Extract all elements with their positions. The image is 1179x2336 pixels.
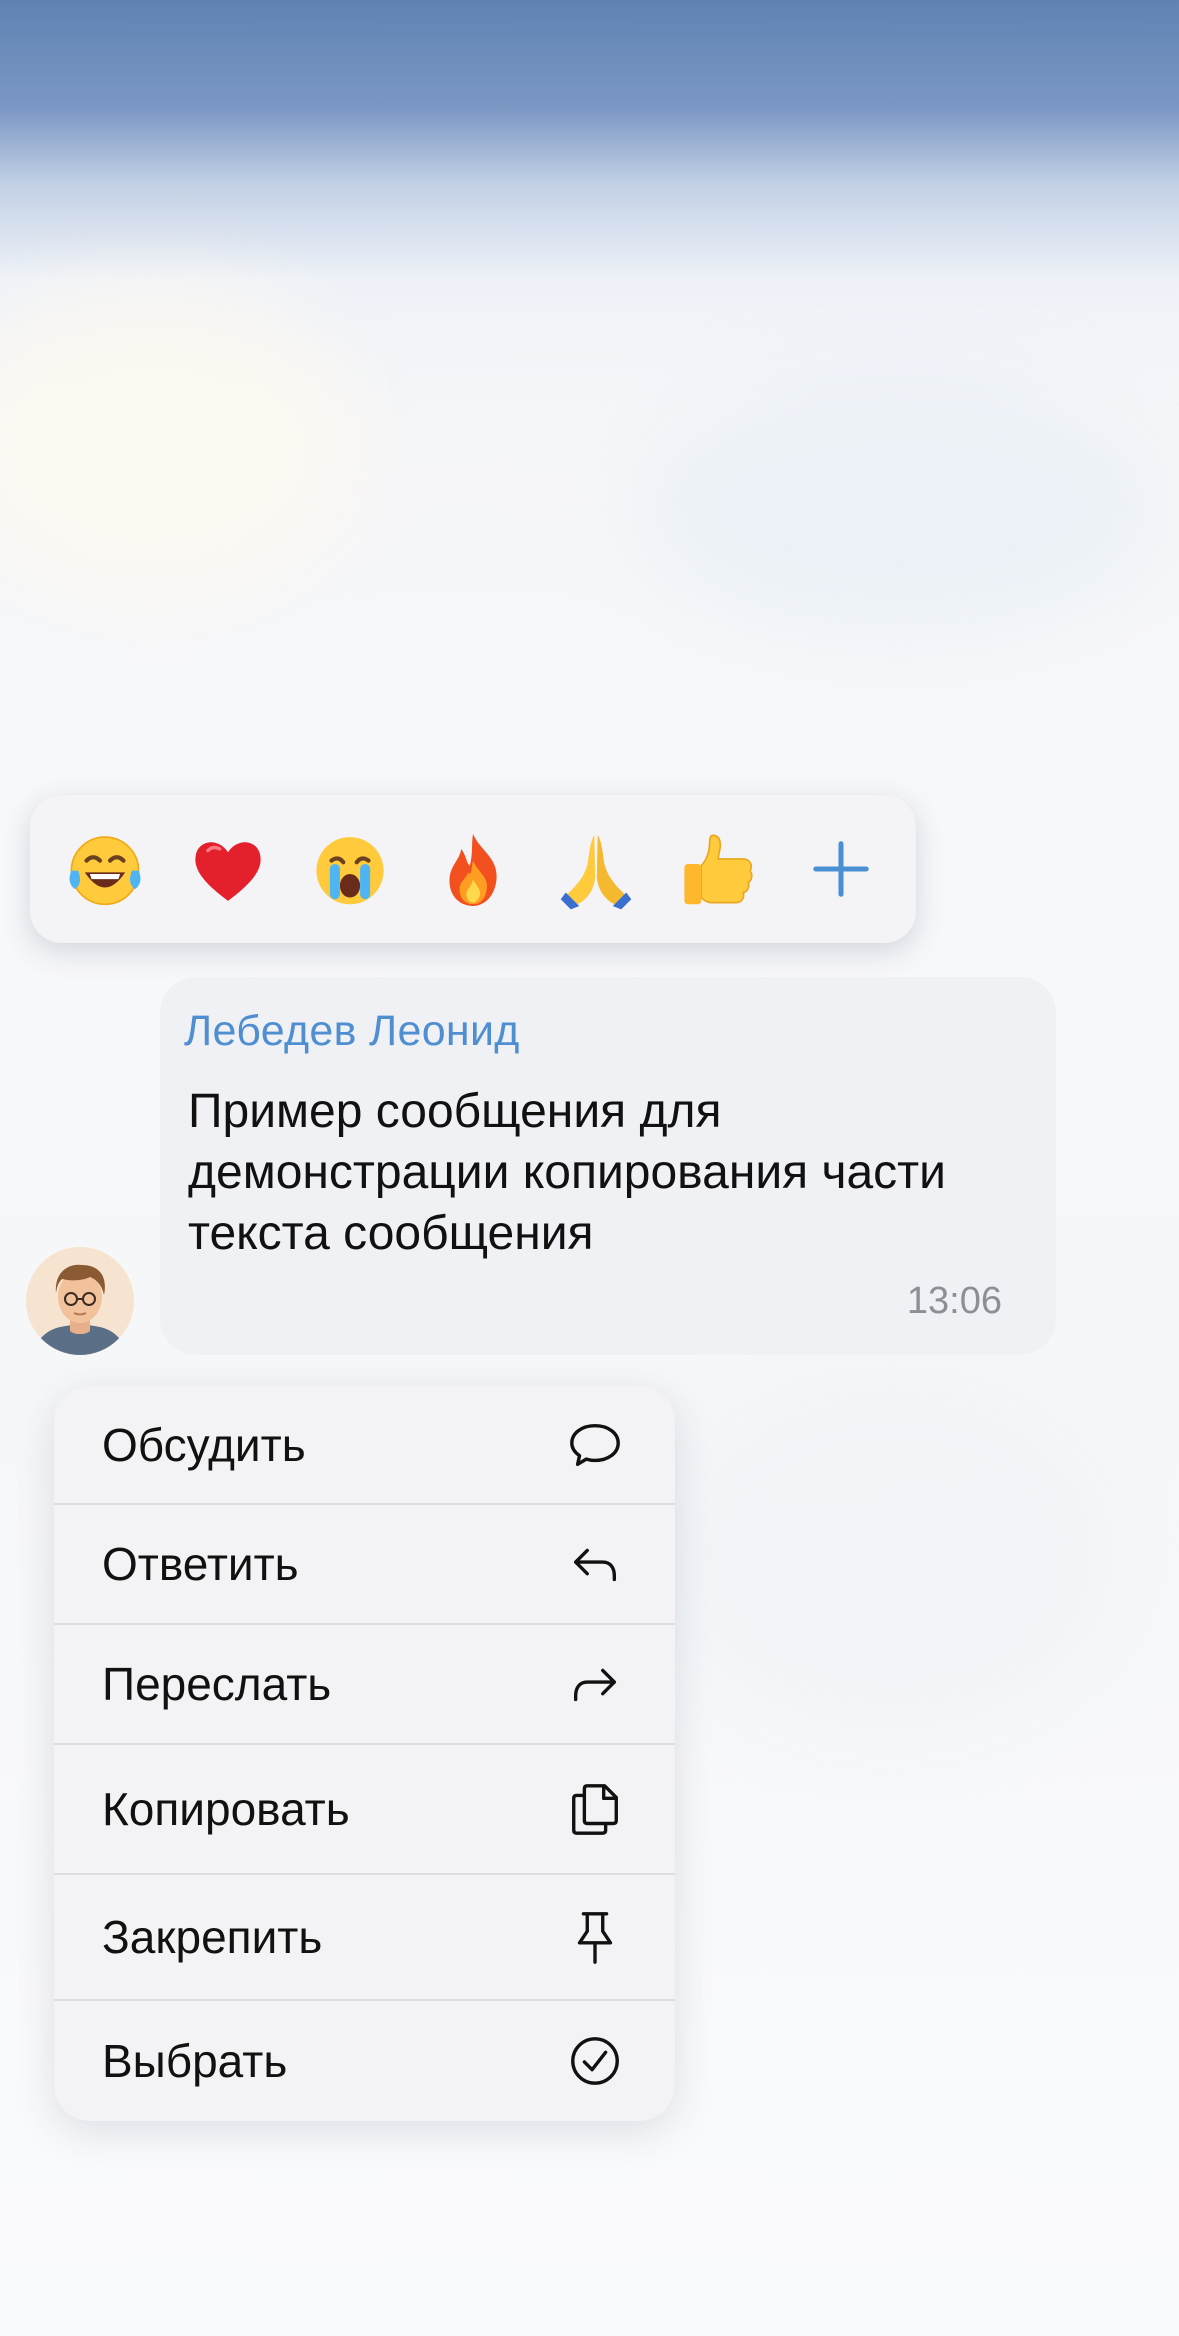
menu-item-label: Закрепить: [102, 1911, 323, 1963]
menu-item-select[interactable]: Выбрать: [54, 2001, 675, 2121]
copy-documents-icon: [565, 1779, 625, 1839]
menu-item-label: Копировать: [102, 1783, 350, 1835]
pin-icon: [565, 1907, 625, 1967]
menu-item-pin[interactable]: Закрепить: [54, 1875, 675, 2001]
menu-item-label: Обсудить: [102, 1418, 306, 1471]
menu-item-label: Ответить: [102, 1538, 299, 1590]
crying-face-emoji[interactable]: [302, 821, 398, 917]
forward-arrow-icon: [565, 1654, 625, 1714]
message-bubble[interactable]: Лебедев Леонид Пример сообщения для демо…: [160, 977, 1056, 1355]
praying-hands-emoji[interactable]: [548, 821, 644, 917]
thumbs-up-emoji[interactable]: [670, 821, 766, 917]
menu-item-label: Переслать: [102, 1658, 332, 1710]
red-heart-emoji[interactable]: [180, 821, 276, 917]
reply-arrow-icon: [565, 1534, 625, 1594]
menu-item-reply[interactable]: Ответить: [54, 1505, 675, 1625]
message-text[interactable]: Пример сообщения для демонстрации копиро…: [188, 1081, 1038, 1264]
checkmark-circle-icon: [565, 2031, 625, 2091]
fire-emoji[interactable]: [425, 821, 521, 917]
menu-item-forward[interactable]: Переслать: [54, 1625, 675, 1745]
reaction-bar: [30, 795, 916, 943]
avatar[interactable]: [26, 1247, 134, 1355]
plus-icon[interactable]: [793, 821, 889, 917]
laughing-tears-emoji[interactable]: [57, 821, 153, 917]
menu-item-copy[interactable]: Копировать: [54, 1745, 675, 1875]
context-menu: Обсудить Ответить Переслать Копировать З…: [54, 1386, 675, 2121]
menu-item-label: Выбрать: [102, 2035, 288, 2087]
menu-item-discuss[interactable]: Обсудить: [54, 1386, 675, 1505]
speech-bubble-icon: [565, 1415, 625, 1475]
message-time: 13:06: [906, 1280, 1002, 1322]
sender-name[interactable]: Лебедев Леонид: [184, 1007, 520, 1056]
